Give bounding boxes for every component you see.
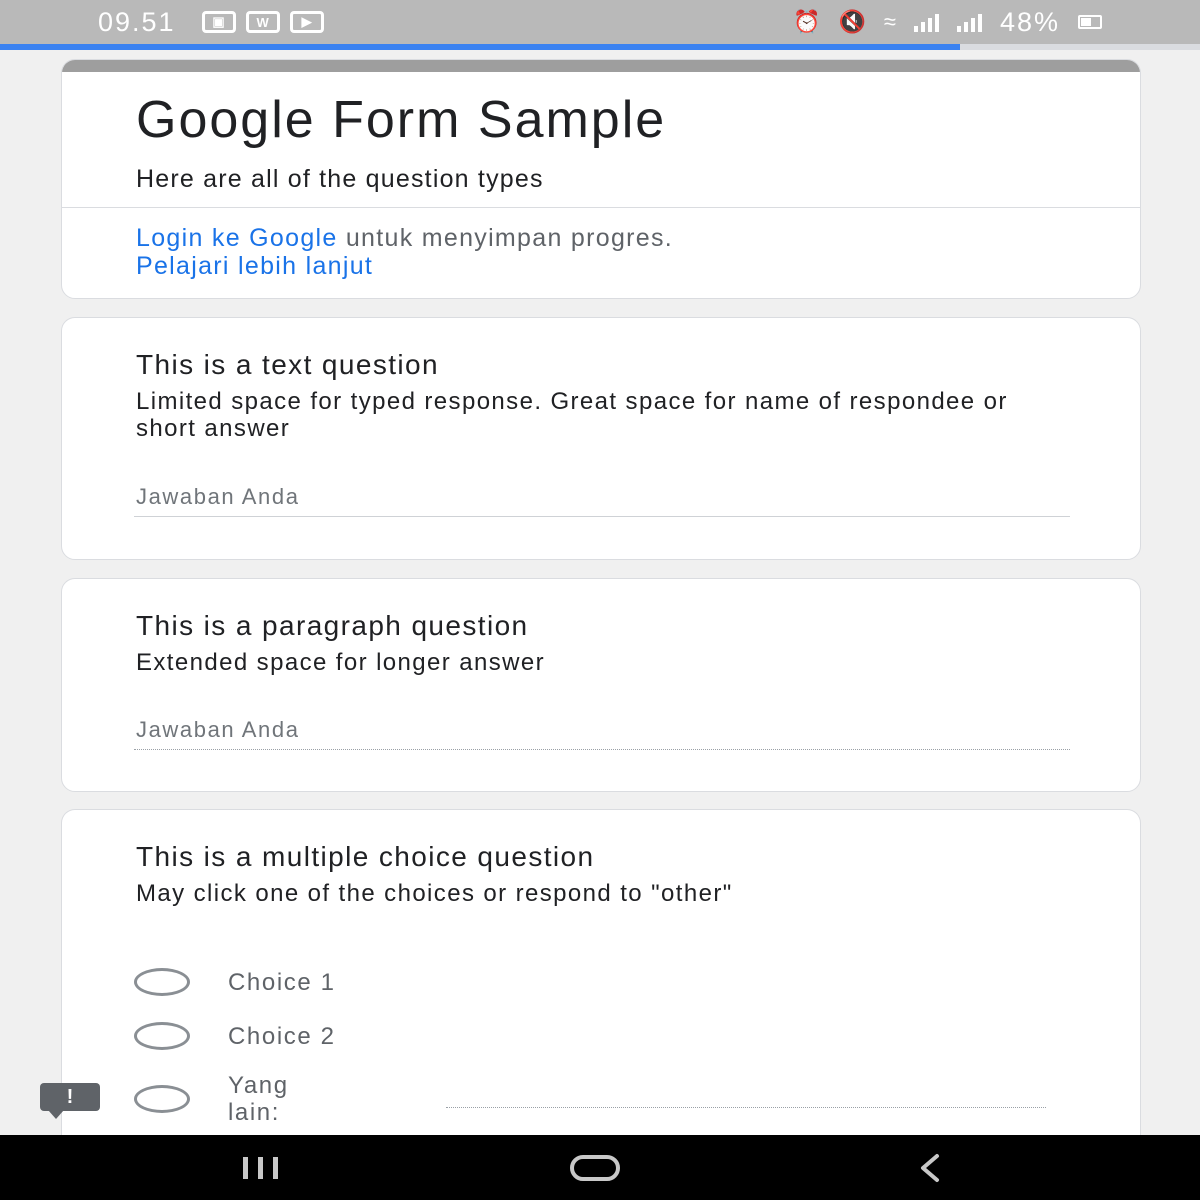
battery-percent: 48% <box>999 6 1060 37</box>
other-choice-label: Yang lain: <box>228 1072 289 1126</box>
header-accent-bar <box>62 60 1140 72</box>
signin-notice-text: untuk menyimpan progres. <box>337 224 674 252</box>
wifi-icon: ≈ <box>883 9 896 34</box>
choice-label: Choice 2 <box>228 1022 336 1050</box>
navigation-bar <box>0 1135 1200 1200</box>
form-description: Here are all of the question types <box>136 165 544 193</box>
back-icon <box>921 1153 939 1182</box>
w-app-icon: W <box>245 11 280 33</box>
video-icon: ▶ <box>289 11 324 33</box>
question-description: May click one of the choices or respond … <box>136 880 733 907</box>
header-divider <box>62 207 1140 208</box>
signin-notice: Login ke Google untuk menyimpan progres.… <box>136 224 673 280</box>
question-description: Extended space for longer answer <box>136 649 546 676</box>
question-title: This is a text question <box>136 349 439 380</box>
signal-icon <box>956 12 982 32</box>
short-answer-input[interactable] <box>134 477 1070 517</box>
question-description: Limited space for typed response. Great … <box>136 388 1008 442</box>
feedback-icon[interactable]: ! <box>40 1083 100 1119</box>
form-progress-fill <box>0 44 960 50</box>
radio-button[interactable] <box>134 1085 190 1113</box>
choice-option-2[interactable]: Choice 2 <box>134 1022 336 1050</box>
mute-icon: 🔇 <box>838 9 866 34</box>
home-icon <box>570 1154 620 1181</box>
home-button[interactable] <box>555 1135 635 1200</box>
notification-icons: ▣ W ▶ <box>201 11 324 33</box>
login-google-link[interactable]: Login ke Google <box>136 224 338 252</box>
status-bar: 09.51 ▣ W ▶ ⏰ 🔇 ≈ 48% <box>0 0 1200 44</box>
radio-button[interactable] <box>134 1022 190 1050</box>
choice-option-other[interactable]: Yang lain: <box>134 1072 328 1126</box>
form-progress-bar <box>0 44 1200 50</box>
gallery-icon: ▣ <box>201 11 236 33</box>
question-title: This is a paragraph question <box>136 610 529 641</box>
back-button[interactable] <box>895 1135 965 1200</box>
signal-icon <box>913 12 939 32</box>
alarm-icon: ⏰ <box>793 9 821 34</box>
choice-option-1[interactable]: Choice 1 <box>134 968 336 996</box>
battery-icon <box>1078 15 1102 29</box>
learn-more-link[interactable]: Pelajari lebih lanjut <box>136 252 373 280</box>
question-card-multiple-choice: This is a multiple choice question May c… <box>61 809 1141 1149</box>
question-card-paragraph: This is a paragraph question Extended sp… <box>61 578 1141 792</box>
form-header-card: Google Form Sample Here are all of the q… <box>61 59 1141 299</box>
choice-label: Choice 1 <box>228 968 336 996</box>
system-icons: ⏰ 🔇 ≈ 48% <box>793 7 1102 38</box>
radio-button[interactable] <box>134 968 190 996</box>
recents-icon <box>242 1156 278 1179</box>
question-title: This is a multiple choice question <box>136 841 595 872</box>
form-title: Google Form Sample <box>136 91 667 149</box>
status-time: 09.51 <box>98 6 176 37</box>
question-card-text: This is a text question Limited space fo… <box>61 317 1141 560</box>
paragraph-answer-input[interactable] <box>134 710 1070 750</box>
other-answer-input[interactable] <box>446 1080 1046 1108</box>
recent-apps-button[interactable] <box>225 1135 295 1200</box>
